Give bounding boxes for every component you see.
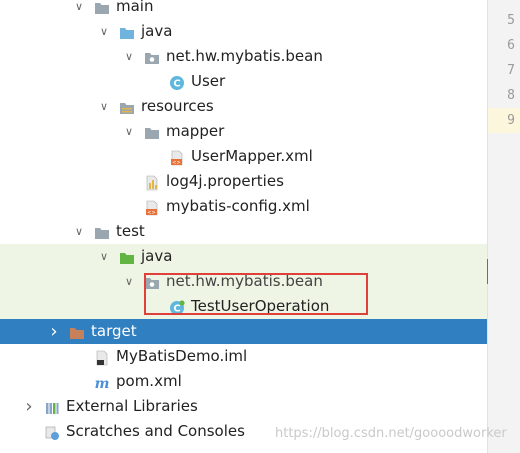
tree-item-label: mapper	[166, 122, 225, 140]
tree-item-label: User	[191, 72, 226, 90]
chevron-down-icon[interactable]: ∨	[72, 0, 86, 19]
scratches-icon	[44, 424, 60, 440]
line-number: 5	[507, 13, 515, 28]
tree-row[interactable]: log4j.properties	[0, 169, 487, 194]
tree-item-label: pom.xml	[116, 372, 182, 390]
test-folder-icon	[119, 249, 135, 265]
tree-row[interactable]: ∨ main	[0, 0, 487, 19]
svg-text:<>: <>	[147, 210, 155, 216]
tree-item-label: net.hw.mybatis.bean	[166, 47, 323, 65]
folder-icon	[144, 124, 160, 140]
chevron-right-icon[interactable]: ›	[47, 319, 61, 344]
tree-item-label: java	[141, 247, 173, 265]
tree-row[interactable]: ∨ resources	[0, 94, 487, 119]
java-class-icon: C	[169, 74, 185, 90]
tree-item-label: test	[116, 222, 145, 240]
folder-icon	[94, 224, 110, 240]
watermark: https://blog.csdn.net/goooodworker	[275, 426, 507, 441]
svg-text:C: C	[173, 79, 180, 90]
chevron-right-icon[interactable]: ›	[22, 394, 36, 419]
tree-item-label: log4j.properties	[166, 172, 284, 190]
highlight-annotation	[144, 273, 368, 315]
tree-row[interactable]: › target	[0, 319, 487, 344]
svg-text:<>: <>	[172, 160, 180, 166]
source-folder-icon	[119, 24, 135, 40]
tree-item-label: UserMapper.xml	[191, 147, 313, 165]
chevron-down-icon[interactable]: ∨	[122, 44, 136, 69]
tree-item-label: main	[116, 0, 154, 15]
tree-row[interactable]: ∨ net.hw.mybatis.bean	[0, 44, 487, 69]
chevron-down-icon[interactable]: ∨	[72, 219, 86, 244]
tree-row[interactable]: ∨ mapper	[0, 119, 487, 144]
tree-item-label: resources	[141, 97, 214, 115]
tree-item-label: java	[141, 22, 173, 40]
iml-file-icon	[94, 349, 110, 366]
tree-item-label: Scratches and Consoles	[66, 422, 245, 440]
tree-item-label: External Libraries	[66, 397, 198, 415]
chevron-down-icon[interactable]: ∨	[122, 119, 136, 144]
chevron-down-icon[interactable]: ∨	[97, 19, 111, 44]
tree-row[interactable]: m pom.xml	[0, 369, 487, 394]
line-number: 9	[488, 108, 520, 133]
maven-icon: m	[94, 374, 110, 392]
properties-file-icon	[144, 174, 160, 191]
tree-item-label: target	[91, 322, 137, 340]
line-number: 6	[507, 38, 515, 53]
caret-marker	[487, 259, 488, 284]
tree-row[interactable]: C User	[0, 69, 487, 94]
tree-item-label: MyBatisDemo.iml	[116, 347, 248, 365]
chevron-down-icon[interactable]: ∨	[97, 244, 111, 269]
line-number-gutter: 5 6 7 8 9	[487, 0, 520, 453]
package-icon	[144, 49, 160, 65]
tree-row[interactable]: <> UserMapper.xml	[0, 144, 487, 169]
chevron-down-icon[interactable]: ∨	[97, 94, 111, 119]
excluded-folder-icon	[69, 324, 85, 340]
chevron-down-icon[interactable]: ∨	[122, 269, 136, 294]
tree-item-label: mybatis-config.xml	[166, 197, 310, 215]
tree-row[interactable]: ∨ java	[0, 19, 487, 44]
libraries-icon	[44, 399, 60, 415]
project-tree: ∨ main ∨ java ∨ net.hw.mybatis.bean C User ∨ reso…	[0, 0, 487, 453]
xml-file-icon: <>	[169, 149, 185, 166]
folder-icon	[94, 0, 110, 15]
line-number: 7	[507, 63, 515, 78]
tree-row[interactable]: <> mybatis-config.xml	[0, 194, 487, 219]
svg-text:m: m	[95, 376, 110, 391]
tree-row[interactable]: ∨ test	[0, 219, 487, 244]
xml-file-icon: <>	[144, 199, 160, 216]
line-number: 8	[507, 88, 515, 103]
tree-row[interactable]: ∨ java	[0, 244, 487, 269]
tree-row[interactable]: MyBatisDemo.iml	[0, 344, 487, 369]
resources-folder-icon	[119, 99, 135, 115]
tree-row[interactable]: › External Libraries	[0, 394, 487, 419]
